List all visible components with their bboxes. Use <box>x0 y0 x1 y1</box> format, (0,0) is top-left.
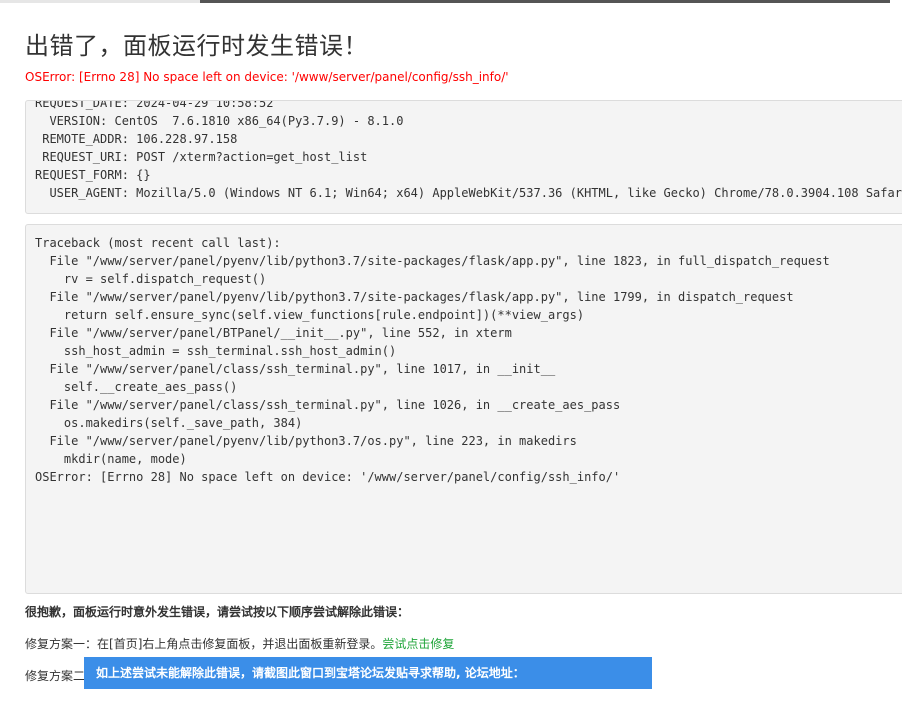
top-edge-bar <box>0 0 902 3</box>
page-title: 出错了，面板运行时发生错误！ <box>25 32 368 60</box>
top-edge-left <box>0 0 200 3</box>
repair-link[interactable]: 尝试点击修复 <box>382 637 454 651</box>
solution-two-text: 如上述尝试未能解除此错误，请截图此窗口到宝塔论坛发贴寻求帮助, 论坛地址： <box>96 666 525 680</box>
solution-one-label: 修复方案一： <box>25 637 98 651</box>
error-message: OSError: [Errno 28] No space left on dev… <box>25 70 509 84</box>
request-info-text: REQUEST_DATE: 2024-04-29 10:58:52 VERSIO… <box>35 100 902 200</box>
request-info-panel[interactable]: REQUEST_DATE: 2024-04-29 10:58:52 VERSIO… <box>25 100 902 214</box>
traceback-panel[interactable]: Traceback (most recent call last): File … <box>25 224 902 594</box>
top-edge-dark <box>200 0 890 3</box>
solution-one-text: 在[首页]右上角点击修复面板，并退出面板重新登录。 <box>97 637 383 651</box>
forum-link[interactable]: https://www.bt.cn/bbs <box>96 698 246 712</box>
traceback-text: Traceback (most recent call last): File … <box>35 236 830 484</box>
solution-one: 修复方案一：在[首页]右上角点击修复面板，并退出面板重新登录。尝试点击修复 <box>25 635 454 652</box>
solution-two-highlight: 如上述尝试未能解除此错误，请截图此窗口到宝塔论坛发贴寻求帮助, 论坛地址： htt… <box>84 657 652 712</box>
apology-text: 很抱歉，面板运行时意外发生错误，请尝试按以下顺序尝试解除此错误： <box>25 605 410 619</box>
